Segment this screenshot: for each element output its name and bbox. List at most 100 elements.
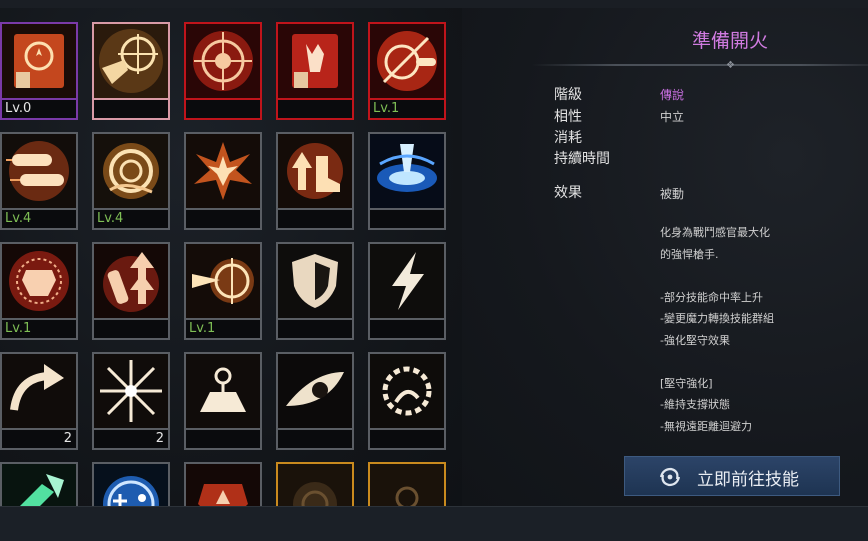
level-bar bbox=[276, 98, 354, 120]
level-bar: Lv.1 bbox=[368, 98, 446, 120]
demon-scroll-icon bbox=[276, 22, 354, 100]
skill-slot[interactable] bbox=[184, 22, 262, 120]
description-line: 的強悍槍手. bbox=[660, 247, 719, 261]
affinity-value: 中立 bbox=[660, 110, 685, 124]
description-line: -維持支撐狀態 bbox=[660, 398, 730, 411]
skill-slot[interactable] bbox=[92, 242, 170, 340]
skill-slot[interactable]: Lv.1 bbox=[184, 242, 262, 340]
starburst-icon bbox=[92, 352, 170, 430]
level-label: Lv.4 bbox=[5, 211, 32, 226]
level-label: Lv.4 bbox=[97, 211, 124, 226]
spiked-gear-icon bbox=[368, 352, 446, 430]
skill-slot[interactable]: Lv.0 bbox=[0, 22, 78, 120]
faded-crest-icon bbox=[368, 462, 446, 506]
swirl-icon bbox=[659, 467, 681, 487]
skill-slot[interactable]: 2 bbox=[92, 352, 170, 450]
stack-count: 2 bbox=[63, 431, 72, 446]
skill-slot[interactable] bbox=[368, 132, 446, 230]
effect-label: 效果 bbox=[554, 185, 582, 201]
lightning-icon bbox=[368, 242, 446, 320]
skill-slot[interactable] bbox=[184, 352, 262, 450]
level-bar bbox=[92, 98, 170, 120]
level-bar: Lv.1 bbox=[0, 318, 78, 340]
skill-slot[interactable] bbox=[276, 132, 354, 230]
level-label: Lv.1 bbox=[373, 101, 400, 116]
cost-label: 消耗 bbox=[554, 130, 582, 146]
skill-slot[interactable]: 2 bbox=[0, 352, 78, 450]
gunner-aim-icon bbox=[92, 22, 170, 100]
bullet-crosshair-icon bbox=[368, 22, 446, 100]
skill-grid: Lv.0 Lv.1 Lv.4 Lv.4 Lv.1 Lv.1 2 2 bbox=[0, 8, 462, 506]
level-label: Lv.1 bbox=[189, 321, 216, 336]
shield-icon bbox=[276, 242, 354, 320]
level-bar bbox=[368, 208, 446, 230]
description-line: -部分技能命中率上升 bbox=[660, 290, 763, 304]
skill-slot[interactable] bbox=[276, 242, 354, 340]
skill-slot[interactable] bbox=[0, 462, 78, 506]
bullets-icon bbox=[0, 132, 78, 210]
blast-crosshair-icon bbox=[184, 242, 262, 320]
skill-slot[interactable] bbox=[276, 462, 354, 506]
green-slash-icon bbox=[0, 462, 78, 506]
level-label: Lv.1 bbox=[5, 321, 32, 336]
level-bar bbox=[184, 98, 262, 120]
skill-slot[interactable] bbox=[184, 462, 262, 506]
go-to-skill-label: 立即前往技能 bbox=[697, 470, 799, 490]
level-bar bbox=[276, 428, 354, 450]
faded-gear-icon bbox=[276, 462, 354, 506]
divider-ornament-icon: ❖ bbox=[726, 60, 735, 71]
skill-slot[interactable]: Lv.4 bbox=[92, 132, 170, 230]
level-bar bbox=[368, 318, 446, 340]
description-line: -無視遠距離迴避力 bbox=[660, 419, 752, 433]
effect-value: 被動 bbox=[660, 187, 685, 201]
description-line: -強化堅守效果 bbox=[660, 333, 730, 347]
go-to-skill-button[interactable]: 立即前往技能 bbox=[624, 456, 840, 496]
eye-icon bbox=[276, 352, 354, 430]
skill-slot[interactable] bbox=[368, 242, 446, 340]
level-bar: Lv.1 bbox=[184, 318, 262, 340]
rocket-up-icon bbox=[92, 242, 170, 320]
skill-slot[interactable] bbox=[92, 462, 170, 506]
level-label: Lv.0 bbox=[5, 101, 32, 116]
level-bar bbox=[92, 318, 170, 340]
swirl-blast-icon bbox=[92, 132, 170, 210]
curved-arrow-icon bbox=[0, 352, 78, 430]
bottom-bar bbox=[0, 506, 868, 541]
scroll-target-icon bbox=[0, 22, 78, 100]
grade-value: 傳說 bbox=[660, 88, 685, 102]
red-emblem-icon bbox=[184, 462, 262, 506]
level-bar bbox=[368, 428, 446, 450]
skill-title: 準備開火 bbox=[692, 30, 769, 52]
level-bar: 2 bbox=[0, 428, 78, 450]
skill-slot-selected[interactable] bbox=[92, 22, 170, 120]
water-splash-icon bbox=[368, 132, 446, 210]
blue-circle-icon bbox=[92, 462, 170, 506]
skill-slot[interactable] bbox=[184, 132, 262, 230]
skill-slot[interactable] bbox=[368, 352, 446, 450]
level-bar: Lv.0 bbox=[0, 98, 78, 120]
description-line: [堅守強化] bbox=[660, 376, 713, 390]
skill-slot[interactable] bbox=[368, 462, 446, 506]
level-bar bbox=[276, 318, 354, 340]
explosion-icon bbox=[184, 132, 262, 210]
grade-label: 階級 bbox=[554, 87, 582, 103]
skill-slot[interactable]: Lv.1 bbox=[0, 242, 78, 340]
skill-slot[interactable]: Lv.1 bbox=[368, 22, 446, 120]
level-bar bbox=[184, 208, 262, 230]
level-bar bbox=[184, 428, 262, 450]
skill-slot[interactable]: Lv.4 bbox=[0, 132, 78, 230]
anvil-icon bbox=[184, 352, 262, 430]
stack-count: 2 bbox=[155, 431, 164, 446]
level-bar bbox=[276, 208, 354, 230]
armor-burst-icon bbox=[0, 242, 78, 320]
title-divider bbox=[532, 64, 868, 66]
demon-crosshair-icon bbox=[184, 22, 262, 100]
boot-arrow-icon bbox=[276, 132, 354, 210]
duration-label: 持續時間 bbox=[554, 151, 610, 167]
skill-slot[interactable] bbox=[276, 352, 354, 450]
level-bar: Lv.4 bbox=[0, 208, 78, 230]
skill-slot[interactable] bbox=[276, 22, 354, 120]
description-line: 化身為戰鬥感官最大化 bbox=[660, 226, 770, 239]
affinity-label: 相性 bbox=[554, 109, 582, 125]
description-line: -變更魔力轉換技能群組 bbox=[660, 312, 774, 325]
